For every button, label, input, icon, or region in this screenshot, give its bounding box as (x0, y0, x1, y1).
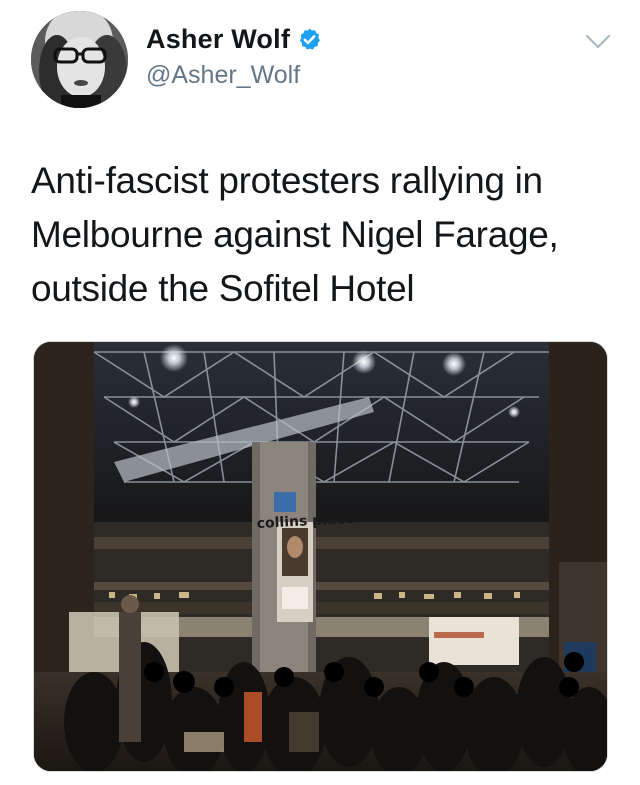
author-name-row[interactable]: Asher Wolf (146, 24, 322, 55)
author-handle[interactable]: @Asher_Wolf (146, 61, 300, 90)
chevron-down-icon[interactable] (583, 30, 613, 52)
author-display-name[interactable]: Asher Wolf (146, 24, 290, 55)
verified-badge-icon (297, 27, 322, 52)
avatar[interactable] (31, 11, 128, 108)
tweet-card: Asher Wolf @Asher_Wolf Anti-fascist prot… (0, 0, 640, 785)
tweet-text: Anti-fascist protesters rallying in Melb… (31, 160, 559, 309)
tweet-photo[interactable]: collins place (33, 341, 608, 772)
